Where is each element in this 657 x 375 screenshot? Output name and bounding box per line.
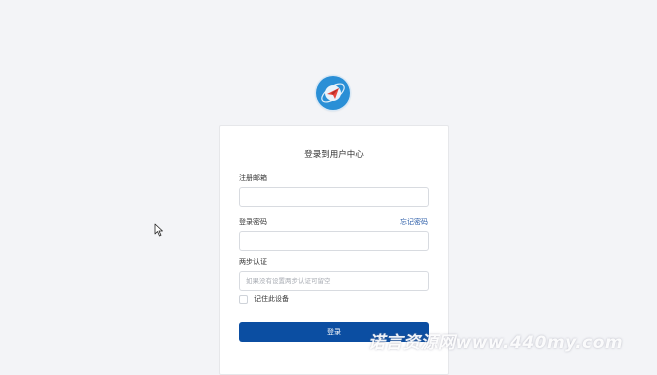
login-title: 登录到用户中心 — [304, 150, 364, 160]
mouse-pointer-icon — [154, 222, 164, 237]
email-field[interactable] — [239, 187, 429, 207]
forgot-password-link[interactable]: 忘记密码 — [400, 217, 428, 227]
site-logo-icon — [316, 76, 350, 110]
two-factor-field[interactable] — [239, 271, 429, 291]
two-factor-label: 两步认证 — [239, 258, 267, 266]
email-label: 注册邮箱 — [239, 174, 267, 182]
remember-device-option[interactable]: 记住此设备 — [239, 294, 289, 304]
remember-device-label: 记住此设备 — [254, 295, 289, 303]
password-field[interactable] — [239, 231, 429, 251]
watermark-text: 诺言资源网www.440my.com — [368, 333, 624, 353]
remember-device-checkbox[interactable] — [239, 294, 248, 304]
password-label: 登录密码 — [239, 218, 267, 226]
